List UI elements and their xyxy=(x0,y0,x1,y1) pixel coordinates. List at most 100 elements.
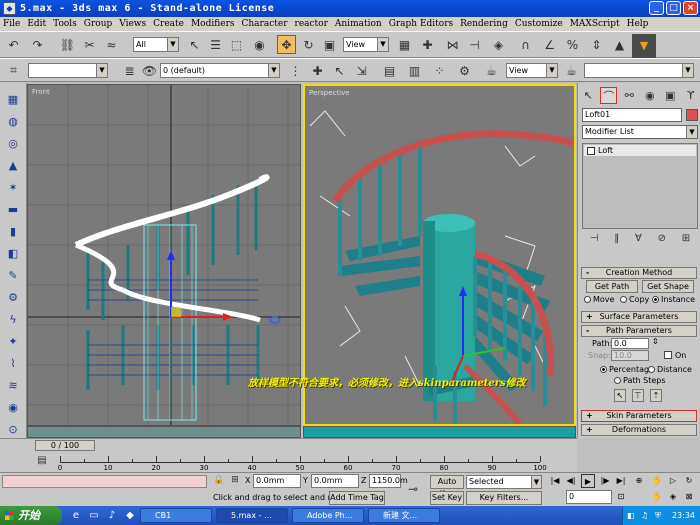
menu-edit[interactable]: Edit xyxy=(27,19,46,29)
visibility-icon[interactable]: 👁 xyxy=(140,61,159,80)
key-filters-button[interactable]: Key Filters... xyxy=(466,491,542,505)
min-max-toggle-icon[interactable]: ✋ xyxy=(650,490,664,504)
named-selection-sets-dropdown[interactable]: ▼ xyxy=(28,63,108,78)
previous-shape-icon[interactable]: ⊤ xyxy=(632,389,644,402)
rectangular-selection-icon[interactable]: ⬚ xyxy=(227,35,246,54)
go-to-start-icon[interactable]: |◀ xyxy=(548,474,562,488)
menu-views[interactable]: Views xyxy=(119,19,146,29)
key-mode-dropdown[interactable]: Selected ▼ xyxy=(466,475,542,489)
helper-icon[interactable]: ⊙ xyxy=(4,421,22,439)
layer-manager-icon[interactable]: ◈ xyxy=(489,35,508,54)
radio-copy[interactable]: Copy xyxy=(620,295,649,304)
add-to-layer-icon[interactable]: ✚ xyxy=(308,61,327,80)
torus-icon[interactable]: ◎ xyxy=(4,135,22,153)
time-config-icon[interactable]: ⊡ xyxy=(614,490,628,504)
track-view-icon[interactable]: ▤ xyxy=(380,61,399,80)
add-time-tag-button[interactable]: Add Time Tag xyxy=(329,491,385,505)
radio-instance[interactable]: Instance xyxy=(652,295,695,304)
path-spinner[interactable]: 0.0 xyxy=(611,338,649,349)
render-last-icon[interactable]: ☕ xyxy=(562,61,581,80)
menu-create[interactable]: Create xyxy=(153,19,184,29)
object-name-field[interactable]: Loft01 xyxy=(582,108,682,122)
key-icon[interactable]: ⊸ xyxy=(403,481,423,497)
maxscript-listener[interactable] xyxy=(2,475,207,488)
display-icon[interactable]: ▬ xyxy=(4,201,22,219)
wave-icon[interactable]: ≋ xyxy=(4,377,22,395)
make-unique-icon[interactable]: ∀ xyxy=(635,233,642,249)
radio-path-steps[interactable]: Path Steps xyxy=(614,376,666,385)
snap-spinner[interactable]: 10.0 xyxy=(611,350,649,361)
spinner-arrows-icon[interactable]: ⇕ xyxy=(652,337,659,346)
named-selection-icon[interactable]: ▲ xyxy=(610,35,629,54)
tray-network-icon[interactable]: ◧ xyxy=(627,506,635,525)
star-icon[interactable]: ✶ xyxy=(4,179,22,197)
bone-icon[interactable]: ✦ xyxy=(4,333,22,351)
lock-selection-icon[interactable]: 🔒 xyxy=(212,473,226,487)
creation-method-rollout[interactable]: - Creation Method xyxy=(581,267,697,279)
radio-distance[interactable]: Distance xyxy=(648,365,692,374)
remove-modifier-icon[interactable]: ⊘ xyxy=(658,233,666,249)
deformations-rollout[interactable]: + Deformations xyxy=(581,424,697,436)
close-button[interactable]: × xyxy=(683,1,698,15)
taskbar-item-photoshop[interactable]: Adobe Ph... xyxy=(292,508,364,523)
display-tab-icon[interactable]: ▣ xyxy=(662,87,679,104)
set-key-button[interactable]: Set Key xyxy=(430,491,464,505)
unlink-icon[interactable]: ✂ xyxy=(80,35,99,54)
start-button[interactable]: 开始 xyxy=(0,506,62,525)
radio-percentage[interactable]: Percentage xyxy=(600,365,654,374)
menu-customize[interactable]: Customize xyxy=(515,19,563,29)
taskbar-item-3dsmax[interactable]: 5.max - ... xyxy=(216,508,288,523)
walkthrough-icon[interactable]: ◈ xyxy=(666,490,680,504)
skin-parameters-rollout[interactable]: + Skin Parameters xyxy=(581,410,697,422)
menu-reactor[interactable]: reactor xyxy=(295,19,328,29)
tube-icon[interactable]: ◧ xyxy=(4,245,22,263)
next-frame-icon[interactable]: |▶ xyxy=(598,474,612,488)
render-type-dropdown[interactable]: View ▼ xyxy=(506,63,558,78)
time-slider-handle[interactable]: 0 / 100 xyxy=(35,440,95,451)
sphere-icon[interactable]: ◍ xyxy=(4,113,22,131)
show-end-result-icon[interactable]: ‖ xyxy=(614,233,619,249)
track-bar[interactable]: ▤ 0 10 20 30 40 50 60 70 80 90 100 xyxy=(0,452,577,472)
link-icon[interactable]: ⛓ xyxy=(58,35,77,54)
select-manipulate-icon[interactable]: ✚ xyxy=(418,35,437,54)
cone-icon[interactable]: ▲ xyxy=(4,157,22,175)
time-slider[interactable]: 0 / 100 xyxy=(0,438,577,452)
path-parameters-rollout[interactable]: - Path Parameters xyxy=(581,325,697,337)
menu-animation[interactable]: Animation xyxy=(335,19,382,29)
named-selection-sets-icon[interactable]: ⌗ xyxy=(4,61,23,80)
perspective-viewport-label[interactable]: Perspective xyxy=(309,89,350,97)
menu-group[interactable]: Group xyxy=(84,19,112,29)
menu-character[interactable]: Character xyxy=(242,19,288,29)
select-object-icon[interactable]: ↖ xyxy=(185,35,204,54)
utilities-tab-icon[interactable]: ϒ xyxy=(682,87,699,104)
pin-stack-icon[interactable]: ⊣ xyxy=(590,233,599,249)
configure-modifier-sets-icon[interactable]: ⊞ xyxy=(682,233,690,249)
menu-graph-editors[interactable]: Graph Editors xyxy=(389,19,453,29)
hierarchy-tab-icon[interactable]: ⚯ xyxy=(621,87,638,104)
material-editor-icon[interactable]: ⁘ xyxy=(430,61,449,80)
track-ruler[interactable]: 0 10 20 30 40 50 60 70 80 90 100 xyxy=(58,454,547,472)
y-coordinate-field[interactable]: 0.0mm xyxy=(311,474,359,488)
menu-maxscript[interactable]: MAXScript xyxy=(570,19,620,29)
menu-help[interactable]: Help xyxy=(627,19,649,29)
percent-snap-icon[interactable]: % xyxy=(563,35,582,54)
bend-icon[interactable]: ⌇ xyxy=(4,355,22,373)
reference-coordinate-dropdown[interactable]: View ▼ xyxy=(343,37,389,52)
auto-key-button[interactable]: Auto Key xyxy=(430,475,464,498)
quicklaunch-desktop-icon[interactable]: ▭ xyxy=(86,507,102,523)
mirror-icon[interactable]: ⋈ xyxy=(443,35,462,54)
menu-rendering[interactable]: Rendering xyxy=(460,19,508,29)
pan-icon[interactable]: ✋ xyxy=(650,474,664,488)
play-icon[interactable]: ▶ xyxy=(581,474,595,488)
modifier-list-dropdown[interactable]: Modifier List ▼ xyxy=(582,125,698,139)
absolute-mode-icon[interactable]: ⊞ xyxy=(228,473,242,487)
gear-icon[interactable]: ⚙ xyxy=(4,289,22,307)
redo-icon[interactable]: ↷ xyxy=(28,35,47,54)
tray-volume-icon[interactable]: ♫ xyxy=(641,506,648,525)
render-scene-icon[interactable]: ⚙ xyxy=(455,61,474,80)
window-crossing-icon[interactable]: ◉ xyxy=(250,35,269,54)
motion-tab-icon[interactable]: ◉ xyxy=(641,87,658,104)
quicklaunch-app-icon[interactable]: ◆ xyxy=(122,507,138,523)
quicklaunch-media-icon[interactable]: ♪ xyxy=(104,507,120,523)
zoom-extents-icon[interactable]: ⊕ xyxy=(632,474,646,488)
